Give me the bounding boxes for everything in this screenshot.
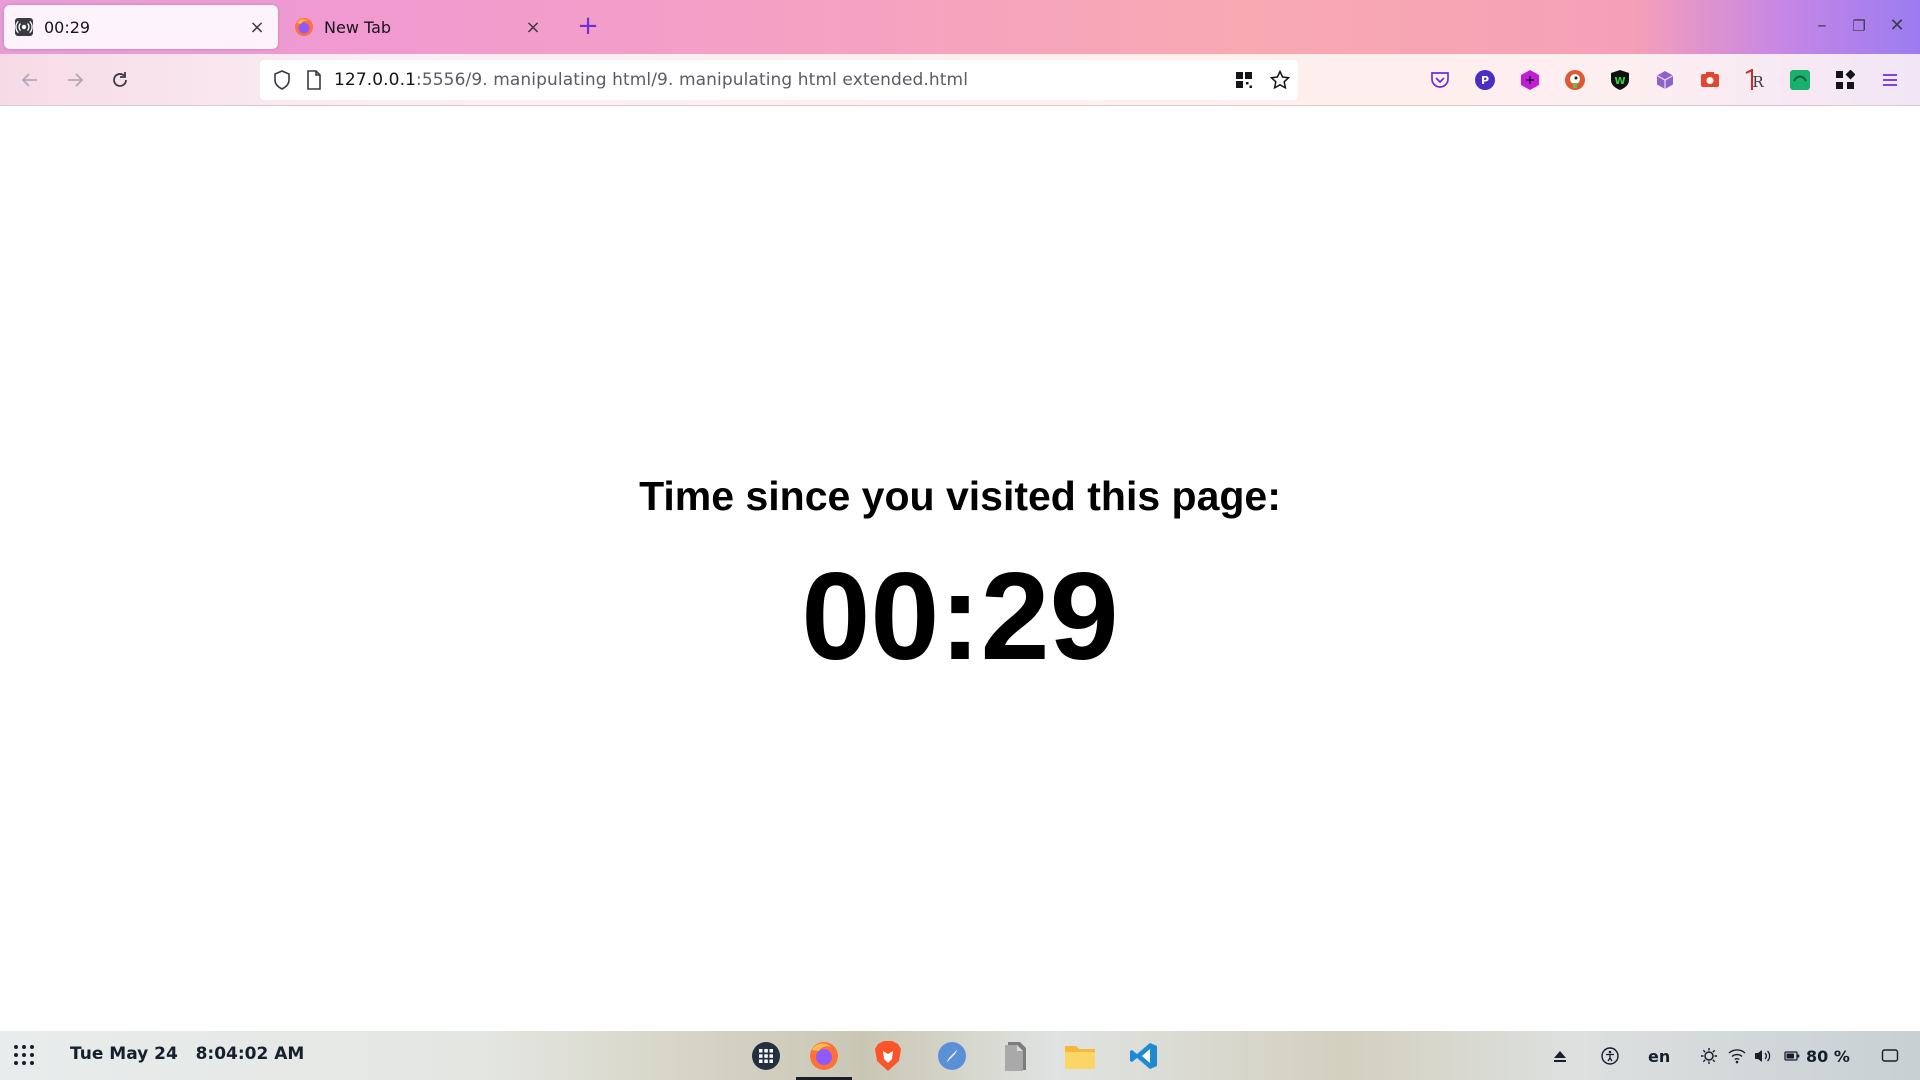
url-host: 127.0.0.1 bbox=[334, 70, 417, 90]
page-content: Time since you visited this page: 00:29 bbox=[0, 107, 1920, 1031]
restore-button[interactable]: ❐ bbox=[1846, 13, 1872, 39]
folder-icon[interactable] bbox=[1062, 1038, 1098, 1074]
url-text: 127.0.0.1:5556/9. manipulating html/9. m… bbox=[334, 70, 968, 90]
safari-like-icon[interactable] bbox=[934, 1038, 970, 1074]
taskbar: Tue May 24 8:04:02 AM en 80 % bbox=[0, 1031, 1920, 1080]
page-heading: Time since you visited this page: bbox=[639, 473, 1281, 519]
battery-indicator[interactable]: 80 % bbox=[1784, 1045, 1850, 1067]
elapsed-timer: 00:29 bbox=[801, 548, 1119, 686]
r-extension-icon[interactable]: R bbox=[1742, 67, 1768, 93]
app-grid-icon[interactable] bbox=[748, 1038, 784, 1074]
address-bar[interactable]: 127.0.0.1:5556/9. manipulating html/9. m… bbox=[260, 60, 1298, 100]
tracking-shield-icon[interactable] bbox=[270, 68, 294, 92]
forward-button[interactable] bbox=[59, 64, 91, 96]
reload-button[interactable] bbox=[104, 64, 136, 96]
date-text: Tue May 24 bbox=[70, 1044, 178, 1064]
nav-toolbar: 127.0.0.1:5556/9. manipulating html/9. m… bbox=[0, 54, 1920, 106]
files-doc-icon[interactable] bbox=[998, 1038, 1034, 1074]
hexagon-extension-icon[interactable] bbox=[1517, 67, 1543, 93]
show-apps-icon[interactable] bbox=[12, 1043, 38, 1069]
pocket-icon[interactable] bbox=[1427, 67, 1453, 93]
menu-icon[interactable] bbox=[1877, 67, 1903, 93]
battery-icon bbox=[1784, 1051, 1800, 1061]
forward-arrow-icon bbox=[68, 73, 84, 87]
new-tab-button[interactable]: + bbox=[574, 12, 602, 40]
svg-text:W: W bbox=[1614, 76, 1625, 87]
accessibility-icon[interactable] bbox=[1601, 1045, 1619, 1067]
tab-strip: 00:29 × New Tab × + – ❐ ✕ bbox=[0, 0, 1920, 54]
extensions-grid-icon[interactable] bbox=[1832, 67, 1858, 93]
green-extension-icon[interactable] bbox=[1787, 67, 1813, 93]
tab-timer[interactable]: 00:29 × bbox=[4, 5, 278, 49]
time-text: 8:04:02 AM bbox=[195, 1044, 305, 1064]
vscode-icon[interactable] bbox=[1126, 1038, 1162, 1074]
tab-close-button[interactable]: × bbox=[522, 17, 544, 38]
tab-close-button[interactable]: × bbox=[246, 17, 268, 38]
wifi-icon[interactable] bbox=[1728, 1045, 1746, 1067]
tab-new-tab[interactable]: New Tab × bbox=[284, 5, 554, 49]
close-window-button[interactable]: ✕ bbox=[1884, 13, 1910, 39]
svg-text:P: P bbox=[1481, 74, 1489, 87]
url-path: :5556/9. manipulating html/9. manipulati… bbox=[416, 70, 969, 90]
camera-icon[interactable] bbox=[1697, 67, 1723, 93]
volume-icon[interactable] bbox=[1754, 1045, 1772, 1067]
broadcast-icon bbox=[14, 17, 34, 37]
taskbar-clock[interactable]: Tue May 24 8:04:02 AM bbox=[70, 1044, 304, 1064]
shield-w-icon[interactable]: W bbox=[1607, 67, 1633, 93]
p-extension-icon[interactable]: P bbox=[1472, 67, 1498, 93]
brave-icon[interactable] bbox=[870, 1038, 906, 1074]
night-light-icon[interactable] bbox=[1700, 1045, 1718, 1067]
battery-percent: 80 % bbox=[1806, 1046, 1850, 1066]
cube-icon[interactable] bbox=[1652, 67, 1678, 93]
tab-title: 00:29 bbox=[44, 17, 91, 37]
notifications-icon[interactable] bbox=[1881, 1045, 1899, 1067]
tab-title: New Tab bbox=[324, 17, 392, 37]
qr-code-icon[interactable] bbox=[1232, 68, 1256, 92]
back-button[interactable] bbox=[14, 64, 46, 96]
keyboard-language[interactable]: en bbox=[1648, 1045, 1670, 1067]
firefox-icon bbox=[294, 17, 314, 37]
firefox-dock-icon[interactable] bbox=[806, 1038, 842, 1074]
svg-text:R: R bbox=[1752, 73, 1764, 91]
reload-icon bbox=[113, 72, 127, 87]
back-arrow-icon bbox=[21, 73, 37, 87]
bookmark-star-icon[interactable] bbox=[1268, 68, 1292, 92]
eject-icon[interactable] bbox=[1552, 1045, 1568, 1067]
minimize-button[interactable]: – bbox=[1809, 13, 1835, 39]
duckduckgo-icon[interactable] bbox=[1562, 67, 1588, 93]
page-info-icon[interactable] bbox=[302, 68, 326, 92]
